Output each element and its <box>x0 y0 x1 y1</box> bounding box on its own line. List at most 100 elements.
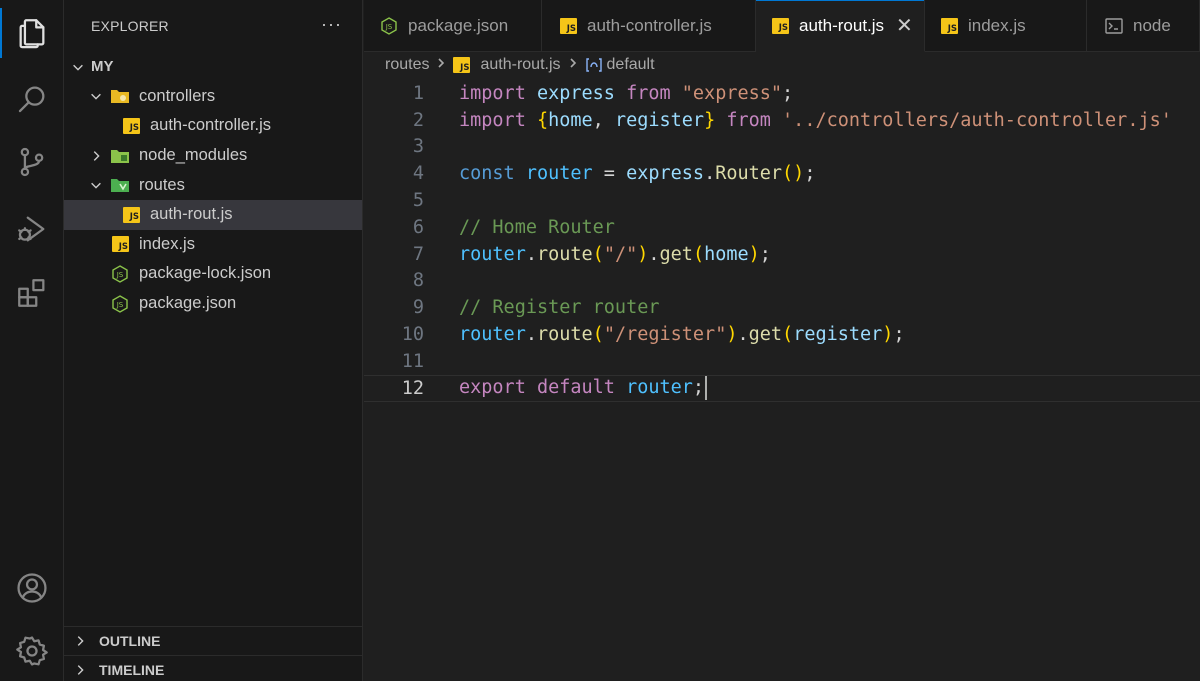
svg-text:JS: JS <box>116 301 124 309</box>
tree-item-label: index.js <box>139 234 195 253</box>
js-file-icon: JS <box>112 236 129 253</box>
outline-section[interactable]: OUTLINE <box>64 626 363 655</box>
explorer-title: EXPLORER <box>91 18 169 34</box>
tab-label: auth-rout.js <box>799 15 885 35</box>
folder-routes-icon <box>110 176 130 194</box>
line-number: 5 <box>412 190 424 212</box>
tab-package-json[interactable]: JS package.json <box>364 0 542 52</box>
svg-text:JS: JS <box>116 271 124 279</box>
account-icon[interactable] <box>0 559 64 617</box>
symbol-variable-icon <box>585 58 603 72</box>
source-control-icon[interactable] <box>0 133 64 191</box>
tree-item-routes[interactable]: routes <box>64 170 362 200</box>
json-file-icon: JS <box>111 265 129 283</box>
search-icon[interactable] <box>0 70 64 128</box>
tree-item-label: node_modules <box>139 146 248 165</box>
chevron-right-icon <box>72 633 88 649</box>
chevron-right-icon <box>88 148 104 164</box>
tree-item-package[interactable]: JS package.json <box>64 289 362 319</box>
tab-label: index.js <box>968 16 1026 35</box>
svg-text:JS: JS <box>385 23 393 31</box>
line-number: 10 <box>401 324 424 346</box>
extensions-icon[interactable] <box>0 264 64 322</box>
tree-item-label: package-lock.json <box>139 264 272 283</box>
tree-item-label: auth-rout.js <box>150 205 233 224</box>
js-file-icon: JS <box>560 18 577 34</box>
line-number: 1 <box>412 82 424 104</box>
chevron-right-icon <box>72 662 88 678</box>
line-number: 2 <box>412 109 424 131</box>
line-number: 6 <box>412 216 424 238</box>
tree-item-label: package.json <box>139 294 237 313</box>
code-line-current: 12 export default router; <box>364 374 1200 402</box>
breadcrumb: routes JS auth-rout.js default <box>385 53 655 77</box>
folder-node-modules-icon <box>110 147 130 165</box>
tree-item-label: auth-controller.js <box>150 116 272 135</box>
js-file-icon: JS <box>453 57 471 73</box>
js-file-icon: JS <box>123 206 140 223</box>
code-comment: // Register router <box>459 297 660 319</box>
timeline-title: TIMELINE <box>99 662 165 678</box>
files-icon[interactable] <box>0 4 64 62</box>
tab-node-terminal[interactable]: node <box>1087 0 1200 52</box>
breadcrumb-symbol[interactable]: default <box>607 56 655 74</box>
code-line: 4 const router = express.Router(); <box>364 160 1200 187</box>
text-cursor <box>705 376 708 401</box>
tree-item-controllers[interactable]: controllers <box>64 82 362 112</box>
code-text: export default router; <box>459 376 708 401</box>
workspace-root[interactable]: MY <box>64 52 362 82</box>
tab-label: node <box>1133 16 1171 35</box>
js-file-icon: JS <box>123 117 140 134</box>
json-file-icon: JS <box>111 294 129 313</box>
line-number: 4 <box>412 163 424 185</box>
more-actions-icon[interactable]: ··· <box>321 14 342 35</box>
code-line: 7 router.route("/").get(home); <box>364 241 1200 268</box>
line-number: 12 <box>401 377 424 399</box>
breadcrumb-file[interactable]: auth-rout.js <box>480 56 560 74</box>
tree-item-node-modules[interactable]: node_modules <box>64 141 362 171</box>
timeline-section[interactable]: TIMELINE <box>64 655 363 681</box>
line-number: 7 <box>412 243 424 265</box>
code-text: router.route("/").get(home); <box>459 243 771 265</box>
tree-item-label: routes <box>139 175 185 194</box>
chevron-down-icon <box>88 88 104 104</box>
tree-item-index[interactable]: JS index.js <box>64 230 362 260</box>
run-debug-icon[interactable] <box>0 200 64 258</box>
gear-icon[interactable] <box>0 622 64 680</box>
chevron-right-icon <box>435 56 447 74</box>
tab-label: package.json <box>408 16 509 35</box>
code-editor[interactable]: 1 import express from "express"; 2 impor… <box>364 78 1200 681</box>
json-file-icon: JS <box>380 17 398 35</box>
code-line: 8 <box>364 268 1200 295</box>
line-number: 11 <box>401 350 424 372</box>
breadcrumb-folder[interactable]: routes <box>385 56 429 74</box>
code-comment: // Home Router <box>459 216 615 238</box>
code-line: 10 router.route("/register").get(registe… <box>364 321 1200 348</box>
chevron-down-icon <box>70 59 86 75</box>
code-line: 1 import express from "express"; <box>364 80 1200 107</box>
code-line: 6 // Home Router <box>364 214 1200 241</box>
terminal-icon <box>1105 18 1123 34</box>
chevron-right-icon <box>567 56 579 74</box>
code-line: 2 import {home, register} from '../contr… <box>364 107 1200 134</box>
line-number: 9 <box>412 297 424 319</box>
tab-index[interactable]: JS index.js <box>925 0 1087 52</box>
line-number: 8 <box>412 270 424 292</box>
explorer-sidebar: EXPLORER ··· MY controllers JS auth-cont… <box>64 0 363 681</box>
tree-item-auth-controller[interactable]: JS auth-controller.js <box>64 111 362 141</box>
editor-tabs: JS package.json JS auth-controller.js JS… <box>364 0 1200 52</box>
explorer-header: EXPLORER ··· <box>64 0 362 52</box>
activity-bar <box>0 0 64 681</box>
code-line: 9 // Register router <box>364 294 1200 321</box>
close-icon[interactable]: ✕ <box>896 13 913 38</box>
tab-auth-controller[interactable]: JS auth-controller.js <box>542 0 756 52</box>
tree-item-label: controllers <box>139 86 216 105</box>
workspace-root-label: MY <box>91 58 114 76</box>
tab-auth-rout[interactable]: JS auth-rout.js ✕ <box>756 0 925 52</box>
code-text: import {home, register} from '../control… <box>459 109 1172 131</box>
js-file-icon: JS <box>772 17 789 34</box>
js-file-icon: JS <box>941 18 958 34</box>
tree-item-auth-rout[interactable]: JS auth-rout.js <box>64 199 362 230</box>
tree-item-package-lock[interactable]: JS package-lock.json <box>64 259 362 289</box>
code-line: 5 <box>364 187 1200 214</box>
